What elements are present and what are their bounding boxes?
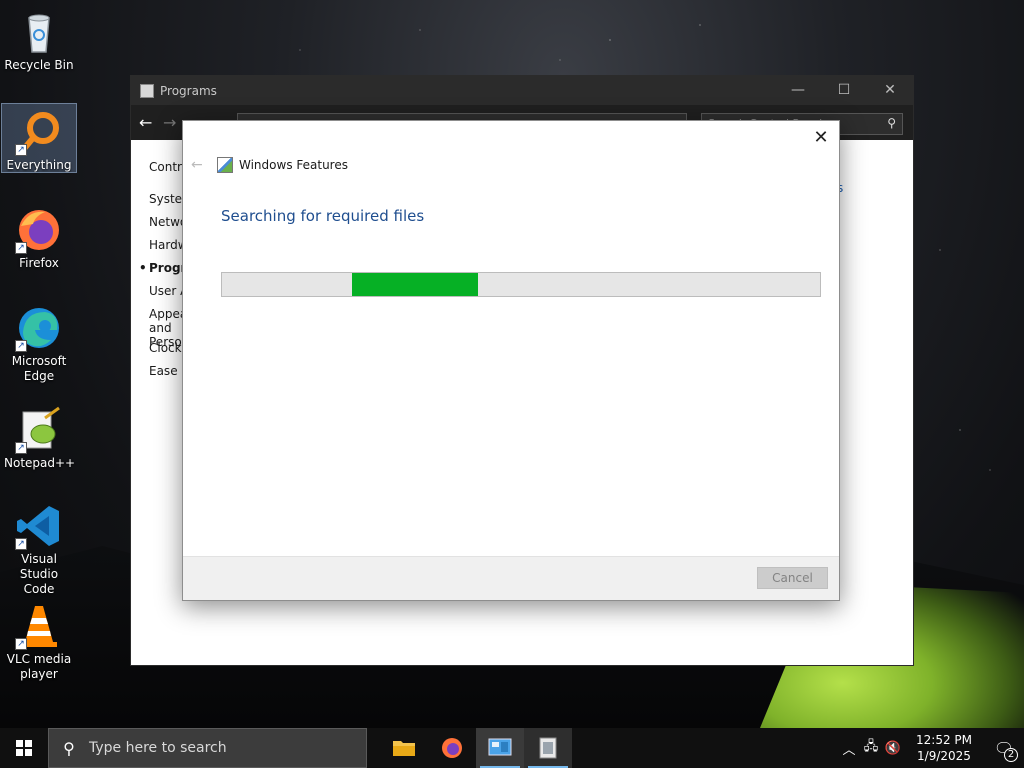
desktop-icon-vscode[interactable]: ↗ Visual Studio Code: [2, 498, 76, 597]
notification-count-badge: 2: [1004, 747, 1018, 762]
dialog-header: ← Windows Features: [191, 157, 348, 173]
windows-features-icon: [217, 157, 233, 173]
close-button[interactable]: ✕: [867, 76, 913, 105]
desktop-icon-label: VLC media player: [6, 652, 72, 681]
start-button[interactable]: [0, 728, 48, 768]
search-icon: ⚲: [63, 738, 75, 758]
taskbar-control-panel[interactable]: [476, 728, 524, 768]
desktop-icon-firefox[interactable]: ↗ Firefox: [2, 202, 76, 271]
network-icon[interactable]: 🖧: [860, 737, 882, 759]
vlc-icon: ↗: [15, 602, 63, 650]
volume-muted-icon[interactable]: 🔇: [882, 741, 904, 756]
progress-bar: [221, 272, 821, 297]
search-icon[interactable]: ⚲: [887, 116, 896, 130]
desktop-icon-label: Recycle Bin: [4, 58, 74, 72]
notepad-plus-plus-icon: ↗: [15, 406, 63, 454]
firefox-icon: [442, 738, 462, 758]
folder-icon: [393, 741, 415, 756]
clock-time: 12:52 PM: [916, 733, 972, 747]
dialog-footer: Cancel: [183, 556, 839, 600]
desktop-icon-notepad-plus-plus[interactable]: ↗ Notepad++: [2, 402, 76, 471]
clock-date: 1/9/2025: [917, 749, 971, 763]
windows-features-icon: [539, 737, 557, 759]
back-arrow-icon[interactable]: ←: [191, 157, 217, 173]
shortcut-arrow-icon: ↗: [15, 442, 27, 454]
chevron-up-icon[interactable]: ︿: [838, 739, 860, 758]
clock[interactable]: 12:52 PM 1/9/2025: [910, 732, 978, 764]
shortcut-arrow-icon: ↗: [15, 340, 27, 352]
progress-bar-fill: [352, 273, 478, 296]
dialog-title: Windows Features: [239, 158, 348, 172]
desktop-icon-label: Visual Studio Code: [19, 552, 59, 596]
current-bullet-icon: •: [139, 261, 147, 275]
back-arrow-icon[interactable]: ←: [139, 113, 163, 132]
desktop-icon-label: Notepad++: [4, 456, 76, 470]
status-heading: Searching for required files: [221, 207, 425, 225]
close-icon[interactable]: ✕: [811, 127, 831, 148]
taskbar: ⚲ Type here to search ︿ 🖧 🔇 12:52 PM 1/9…: [0, 728, 1024, 768]
vscode-icon: ↗: [15, 502, 63, 550]
shortcut-arrow-icon: ↗: [15, 144, 27, 156]
taskbar-windows-features[interactable]: [524, 728, 572, 768]
minimize-button[interactable]: —: [775, 76, 821, 105]
windows-logo-icon: [16, 740, 32, 756]
desktop-icon-edge[interactable]: ↗ Microsoft Edge: [2, 300, 76, 384]
recycle-bin-icon: [15, 8, 63, 56]
taskbar-search-box[interactable]: ⚲ Type here to search: [48, 728, 367, 768]
desktop-icon-recycle-bin[interactable]: Recycle Bin: [2, 4, 76, 73]
notification-center-button[interactable]: 🗨 2: [984, 739, 1024, 762]
shortcut-arrow-icon: ↗: [15, 538, 27, 550]
control-panel-icon: [488, 738, 512, 756]
search-placeholder: Type here to search: [89, 740, 227, 756]
desktop-icon-vlc[interactable]: ↗ VLC media player: [2, 598, 76, 682]
firefox-icon: ↗: [15, 206, 63, 254]
desktop-icon-label: Everything: [6, 158, 72, 172]
window-title: Programs: [160, 83, 217, 98]
windows-features-dialog: ✕ ← Windows Features Searching for requi…: [182, 120, 840, 601]
cancel-button[interactable]: Cancel: [757, 567, 828, 589]
desktop-icon-label: Firefox: [19, 256, 59, 270]
system-tray: ︿ 🖧 🔇 12:52 PM 1/9/2025 🗨 2: [838, 728, 1024, 768]
desktop-icon-label: Microsoft Edge: [11, 354, 67, 383]
taskbar-firefox[interactable]: [428, 728, 476, 768]
desktop-icon-everything[interactable]: ↗ Everything: [1, 103, 77, 173]
shortcut-arrow-icon: ↗: [15, 638, 27, 650]
shortcut-arrow-icon: ↗: [15, 242, 27, 254]
maximize-button[interactable]: ☐: [821, 76, 867, 105]
taskbar-file-explorer[interactable]: [380, 728, 428, 768]
everything-icon: ↗: [15, 108, 63, 156]
control-panel-icon: [140, 83, 154, 98]
edge-icon: ↗: [15, 304, 63, 352]
programs-titlebar[interactable]: Programs — ☐ ✕: [131, 76, 913, 105]
